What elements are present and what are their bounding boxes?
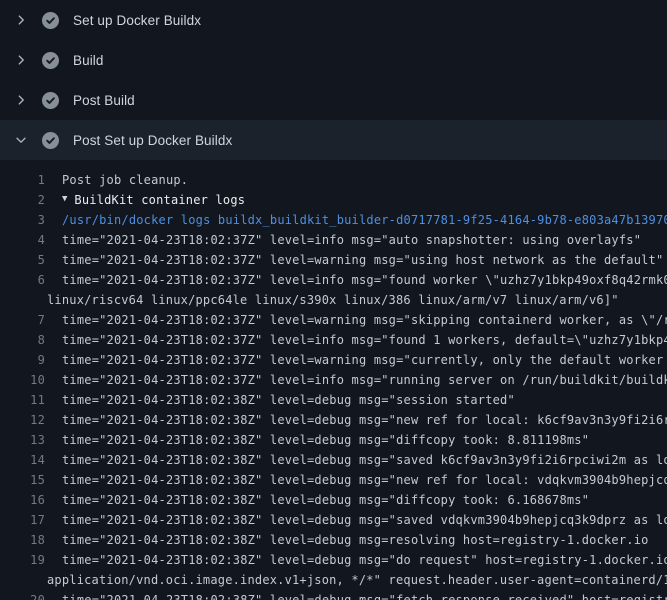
log-line-text: time="2021-04-23T18:02:38Z" level=debug … [45,590,667,600]
log-line-text: time="2021-04-23T18:02:38Z" level=debug … [45,530,667,550]
log-line-number[interactable]: 12 [0,410,45,430]
log-line-text: BuildKit container logs [67,190,667,210]
log-line: 3 ▼ /usr/bin/docker logs buildx_buildkit… [0,210,667,230]
log-line-number[interactable]: 5 [0,250,45,270]
chevron-down-icon [13,132,29,148]
step-title: Post Set up Docker Buildx [73,133,232,148]
log-line-text: time="2021-04-23T18:02:38Z" level=debug … [45,470,667,490]
log-line: 10 ▼ time="2021-04-23T18:02:37Z" level=i… [0,370,667,390]
log-line-text: time="2021-04-23T18:02:37Z" level=warnin… [45,350,667,370]
log-line: 1 ▼ Post job cleanup. [0,170,667,190]
log-line-number[interactable]: 11 [0,390,45,410]
caret-down-icon: ▼ [45,190,67,209]
check-circle-icon [42,132,59,149]
step-list: Set up Docker Buildx Build [0,0,667,160]
log-line-text: time="2021-04-23T18:02:37Z" level=info m… [45,230,667,250]
log-line-text: time="2021-04-23T18:02:38Z" level=debug … [45,490,667,510]
log-line: 13 ▼ time="2021-04-23T18:02:38Z" level=d… [0,430,667,450]
log-line-number[interactable]: 20 [0,590,45,600]
log-line-text: time="2021-04-23T18:02:37Z" level=info m… [45,330,667,350]
log-line-text: application/vnd.oci.image.index.v1+json,… [45,570,667,590]
step-header-2[interactable]: Post Build [0,80,667,120]
log-line-text: time="2021-04-23T18:02:38Z" level=debug … [45,390,667,410]
log-line: 4 ▼ time="2021-04-23T18:02:37Z" level=in… [0,230,667,250]
log-line-text: time="2021-04-23T18:02:38Z" level=debug … [45,430,667,450]
log-container: 1 ▼ Post job cleanup. 2 ▼ BuildKit conta… [0,160,667,600]
log-line-text: time="2021-04-23T18:02:38Z" level=debug … [45,450,667,470]
log-line: 8 ▼ time="2021-04-23T18:02:37Z" level=in… [0,330,667,350]
log-line-text: time="2021-04-23T18:02:37Z" level=info m… [45,370,667,390]
log-line-text: Post job cleanup. [45,170,667,190]
chevron-right-icon [13,92,29,108]
actions-log-viewer: Set up Docker Buildx Build [0,0,667,600]
log-line-number[interactable]: 15 [0,470,45,490]
step-title: Set up Docker Buildx [73,13,201,28]
log-line-number[interactable]: 13 [0,430,45,450]
log-line: 6 ▼ time="2021-04-23T18:02:37Z" level=in… [0,270,667,290]
step-title: Post Build [73,93,135,108]
chevron-right-icon [13,12,29,28]
log-line-number[interactable]: 7 [0,310,45,330]
log-line: 7 ▼ time="2021-04-23T18:02:37Z" level=wa… [0,310,667,330]
log-line-number[interactable]: 18 [0,530,45,550]
log-line: 12 ▼ time="2021-04-23T18:02:38Z" level=d… [0,410,667,430]
step-title: Build [73,53,104,68]
log-line-number[interactable]: 10 [0,370,45,390]
log-line-number[interactable]: 9 [0,350,45,370]
log-line-text: time="2021-04-23T18:02:37Z" level=warnin… [45,250,667,270]
log-line: 11 ▼ time="2021-04-23T18:02:38Z" level=d… [0,390,667,410]
log-line: 17 ▼ time="2021-04-23T18:02:38Z" level=d… [0,510,667,530]
log-line: 9 ▼ time="2021-04-23T18:02:37Z" level=wa… [0,350,667,370]
log-line: 14 ▼ time="2021-04-23T18:02:38Z" level=d… [0,450,667,470]
log-line-text: time="2021-04-23T18:02:38Z" level=debug … [45,510,667,530]
log-line: 15 ▼ time="2021-04-23T18:02:38Z" level=d… [0,470,667,490]
log-line-number[interactable]: 6 [0,270,45,290]
step-header-1[interactable]: Build [0,40,667,80]
check-circle-icon [42,52,59,69]
log-line-text: time="2021-04-23T18:02:38Z" level=debug … [45,410,667,430]
log-line: 16 ▼ time="2021-04-23T18:02:38Z" level=d… [0,490,667,510]
step-header-0[interactable]: Set up Docker Buildx [0,0,667,40]
log-line-number[interactable]: 1 [0,170,45,190]
log-line-text: time="2021-04-23T18:02:37Z" level=info m… [45,270,667,290]
log-line-number[interactable]: 14 [0,450,45,470]
log-line: 5 ▼ time="2021-04-23T18:02:37Z" level=wa… [0,250,667,270]
log-line-number[interactable]: 2 [0,190,45,210]
log-line-number[interactable]: 17 [0,510,45,530]
log-line-number[interactable]: 8 [0,330,45,350]
check-circle-icon [42,92,59,109]
log-line-text: time="2021-04-23T18:02:38Z" level=debug … [45,550,667,570]
log-line-text: linux/riscv64 linux/ppc64le linux/s390x … [45,290,667,310]
log-line: 20 ▼ time="2021-04-23T18:02:38Z" level=d… [0,590,667,600]
step-header-3[interactable]: Post Set up Docker Buildx [0,120,667,160]
log-line[interactable]: 2 ▼ BuildKit container logs [0,190,667,210]
log-line-number[interactable]: 16 [0,490,45,510]
log-line: 18 ▼ time="2021-04-23T18:02:38Z" level=d… [0,530,667,550]
log-line: ▼ application/vnd.oci.image.index.v1+jso… [0,570,667,590]
log-line-number[interactable]: 3 [0,210,45,230]
log-line-number[interactable]: 4 [0,230,45,250]
log-line-text: /usr/bin/docker logs buildx_buildkit_bui… [45,210,667,230]
log-line-number[interactable]: 19 [0,550,45,570]
chevron-right-icon [13,52,29,68]
log-line: ▼ linux/riscv64 linux/ppc64le linux/s390… [0,290,667,310]
log-line-text: time="2021-04-23T18:02:37Z" level=warnin… [45,310,667,330]
log-line: 19 ▼ time="2021-04-23T18:02:38Z" level=d… [0,550,667,570]
check-circle-icon [42,12,59,29]
